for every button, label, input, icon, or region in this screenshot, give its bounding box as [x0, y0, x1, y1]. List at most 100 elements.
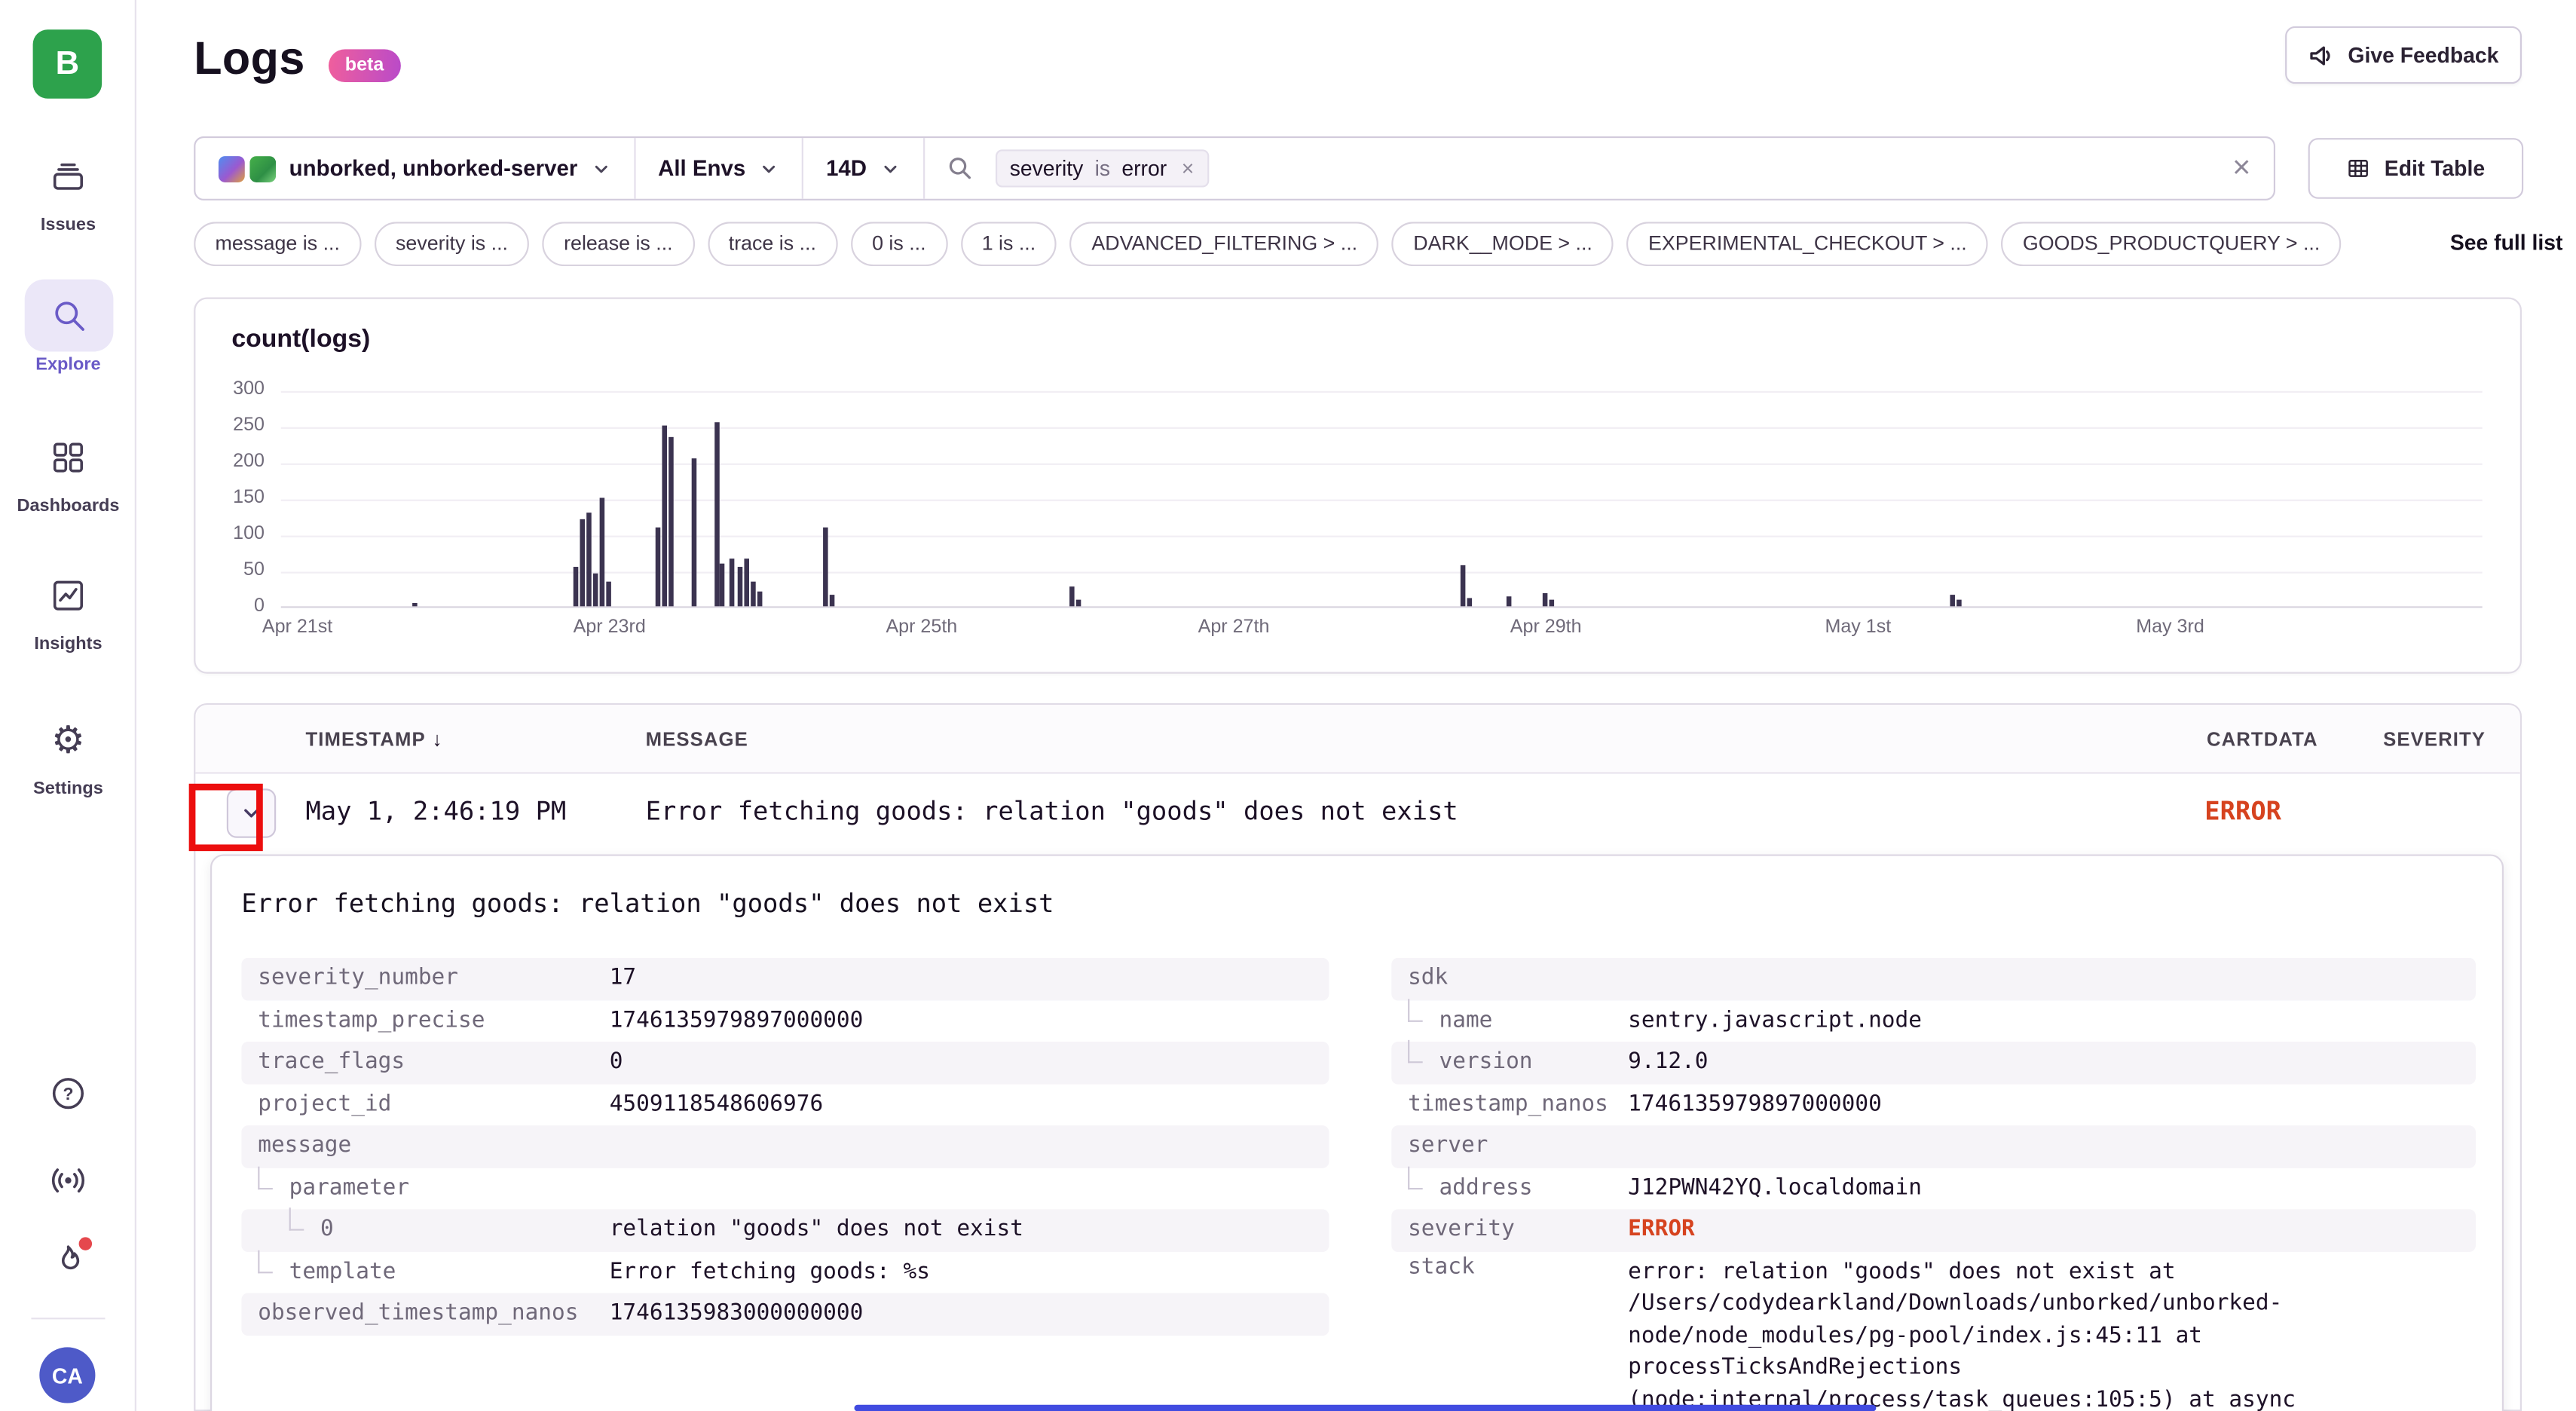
sidebar-item-settings[interactable]: ⚙ Settings — [0, 703, 136, 798]
explore-icon — [24, 280, 113, 352]
org-logo[interactable]: B — [33, 29, 102, 99]
project-avatar — [249, 155, 276, 182]
detail-key: timestamp_precise — [258, 999, 485, 1042]
gridline — [281, 427, 2483, 429]
edit-table-button[interactable]: Edit Table — [2308, 138, 2524, 199]
tree-connector — [258, 1166, 273, 1189]
detail-key: parameter — [289, 1168, 409, 1210]
x-tick-label: Apr 27th — [1168, 618, 1299, 638]
detail-key: 0 — [320, 1209, 334, 1251]
chart-bar — [692, 458, 697, 607]
tree-connector — [1408, 1166, 1423, 1189]
column-header-severity[interactable]: SEVERITY — [2383, 728, 2486, 751]
token-key: severity — [1010, 156, 1084, 181]
sidebar-divider — [31, 1318, 105, 1319]
filter-chip[interactable]: EXPERIMENTAL_CHECKOUT > ... — [1627, 222, 1988, 266]
chevron-down-icon — [880, 158, 899, 178]
detail-key: server — [1408, 1125, 1488, 1168]
dashboards-icon — [24, 421, 113, 493]
filter-chip[interactable]: message is ... — [194, 222, 361, 266]
filter-chip[interactable]: trace is ... — [707, 222, 837, 266]
sidebar-item-insights[interactable]: Insights — [0, 559, 136, 653]
filter-chip[interactable]: 0 is ... — [851, 222, 947, 266]
table-row[interactable]: May 1, 2:46:19 PM Error fetching goods: … — [195, 774, 2519, 853]
sidebar-item-dashboards[interactable]: Dashboards — [0, 421, 136, 516]
whats-new-icon[interactable] — [0, 1242, 136, 1280]
y-tick-label: 300 — [199, 380, 265, 399]
sidebar-item-explore[interactable]: Explore — [0, 280, 136, 375]
chart-bar — [600, 497, 605, 606]
chart-bar — [757, 592, 763, 606]
search-token-severity[interactable]: severity is error × — [995, 149, 1209, 187]
broadcast-icon[interactable] — [0, 1162, 136, 1199]
detail-row-severity_number: severity_number17 — [241, 958, 1329, 1000]
chart-bar — [1550, 599, 1555, 607]
y-tick-label: 200 — [199, 451, 265, 471]
filter-chip[interactable]: release is ... — [543, 222, 694, 266]
token-remove-icon[interactable]: × — [1182, 156, 1195, 181]
gridline — [281, 391, 2483, 393]
date-range-selector[interactable]: 14D — [803, 138, 923, 199]
clear-search-icon[interactable]: × — [2232, 153, 2250, 184]
detail-title: Error fetching goods: relation "goods" d… — [241, 889, 1054, 918]
chart-bar — [580, 519, 585, 606]
user-avatar[interactable]: CA — [39, 1347, 95, 1403]
detail-row-trace_flags: trace_flags0 — [241, 1042, 1329, 1084]
issues-icon — [24, 139, 113, 212]
chart-bar — [606, 581, 611, 607]
row-message: Error fetching goods: relation "goods" d… — [646, 797, 1458, 826]
detail-key: sdk — [1408, 958, 1448, 1000]
filter-chip[interactable]: GOODS_PRODUCTQUERY > ... — [2002, 222, 2342, 266]
megaphone-icon — [2308, 42, 2335, 69]
search-input[interactable]: severity is error × × — [924, 138, 2274, 199]
row-severity-badge: ERROR — [2204, 797, 2281, 826]
x-tick-label: Apr 29th — [1480, 618, 1611, 638]
detail-row-version: version9.12.0 — [1391, 1042, 2476, 1084]
detail-value: 1746135979897000000 — [1628, 1084, 1882, 1126]
x-tick-label: Apr 23rd — [544, 618, 675, 638]
x-tick-label: May 1st — [1792, 618, 1923, 638]
detail-row-sdk: sdk — [1391, 958, 2476, 1000]
detail-value: 4509118548606976 — [610, 1084, 823, 1126]
see-full-list-button[interactable]: See full list — [2427, 222, 2562, 266]
detail-key: template — [289, 1251, 396, 1293]
detail-row-address: addressJ12PWN42YQ.localdomain — [1391, 1168, 2476, 1210]
detail-value: 1746135983000000000 — [610, 1293, 864, 1336]
chart-bar — [574, 567, 579, 607]
x-tick-label: Apr 21st — [231, 618, 363, 638]
project-avatar — [219, 155, 245, 182]
tree-connector — [289, 1207, 304, 1231]
notification-dot — [79, 1237, 92, 1250]
table-icon — [2347, 156, 2372, 181]
sidebar-item-issues[interactable]: Issues — [0, 139, 136, 234]
detail-key: message — [258, 1125, 351, 1168]
environment-selector[interactable]: All Envs — [635, 138, 802, 199]
tree-connector — [1408, 998, 1423, 1021]
detail-row-stack: stackerror: relation "goods" does not ex… — [1391, 1251, 2476, 1411]
bottom-accent-bar — [854, 1405, 1876, 1411]
column-header-message[interactable]: MESSAGE — [646, 728, 748, 751]
column-header-cartdata[interactable]: CARTDATA — [2207, 728, 2318, 751]
detail-row-timestamp_nanos: timestamp_nanos1746135979897000000 — [1391, 1084, 2476, 1126]
detail-row-project_id: project_id 4509118548606976 — [241, 1084, 1329, 1126]
project-selector[interactable]: unborked, unborked-server — [195, 138, 633, 199]
chart-bar — [593, 574, 598, 606]
detail-value: 9.12.0 — [1628, 1042, 1708, 1084]
column-header-timestamp[interactable]: TIMESTAMP↓ — [305, 728, 442, 751]
help-icon[interactable]: ? — [0, 1075, 136, 1113]
give-feedback-button[interactable]: Give Feedback — [2286, 26, 2522, 84]
filter-chip[interactable]: 1 is ... — [960, 222, 1057, 266]
filter-chip[interactable]: ADVANCED_FILTERING > ... — [1070, 222, 1378, 266]
filter-chip[interactable]: severity is ... — [375, 222, 530, 266]
detail-row-template: templateError fetching goods: %s — [241, 1251, 1329, 1293]
y-tick-label: 150 — [199, 488, 265, 507]
chart-bar — [1956, 601, 1962, 607]
x-tick-label: May 3rd — [2104, 618, 2235, 638]
chart-bar — [1467, 598, 1473, 606]
sidebar-item-label: Explore — [0, 355, 136, 375]
filter-chip[interactable]: DARK__MODE > ... — [1392, 222, 1614, 266]
detail-key: project_id — [258, 1084, 391, 1126]
row-expander-button[interactable] — [227, 788, 276, 837]
logs-chart-card: count(logs) 050100150200250300 Apr 21stA… — [194, 298, 2522, 674]
insights-icon — [24, 559, 113, 631]
